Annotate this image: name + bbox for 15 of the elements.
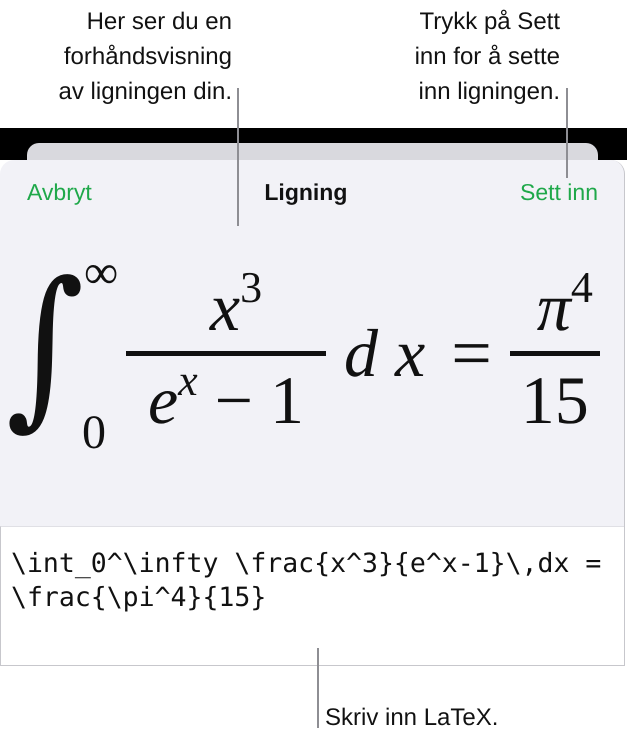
latex-field[interactable]: \int_0^\infty \frac{x^3}{e^x-1}\,dx = \frac{\pi^4}{15} <box>0 526 624 666</box>
differential: d x <box>344 314 426 393</box>
denominator: e$^{x}$ − 1 <box>148 364 304 436</box>
denominator: 15 <box>520 364 589 436</box>
insert-button[interactable]: Sett inn <box>520 178 598 206</box>
callout-text: Skriv inn LaTeX. <box>325 704 498 732</box>
callout-text: Trykk på Sett inn for å sette inn ligningen. <box>414 7 560 107</box>
sheet-title: Ligning <box>264 178 348 206</box>
numerator: x$^{3}$ <box>208 271 262 343</box>
equals-sign: = <box>451 312 492 395</box>
callout-text: Her ser du en forhåndsvisning av ligningen din. <box>58 7 232 107</box>
numerator: π$^{4}$ <box>536 271 593 343</box>
upper-limit: ∞ <box>84 248 118 296</box>
lower-limit: 0 <box>82 408 106 456</box>
cancel-button[interactable]: Avbryt <box>27 178 92 206</box>
